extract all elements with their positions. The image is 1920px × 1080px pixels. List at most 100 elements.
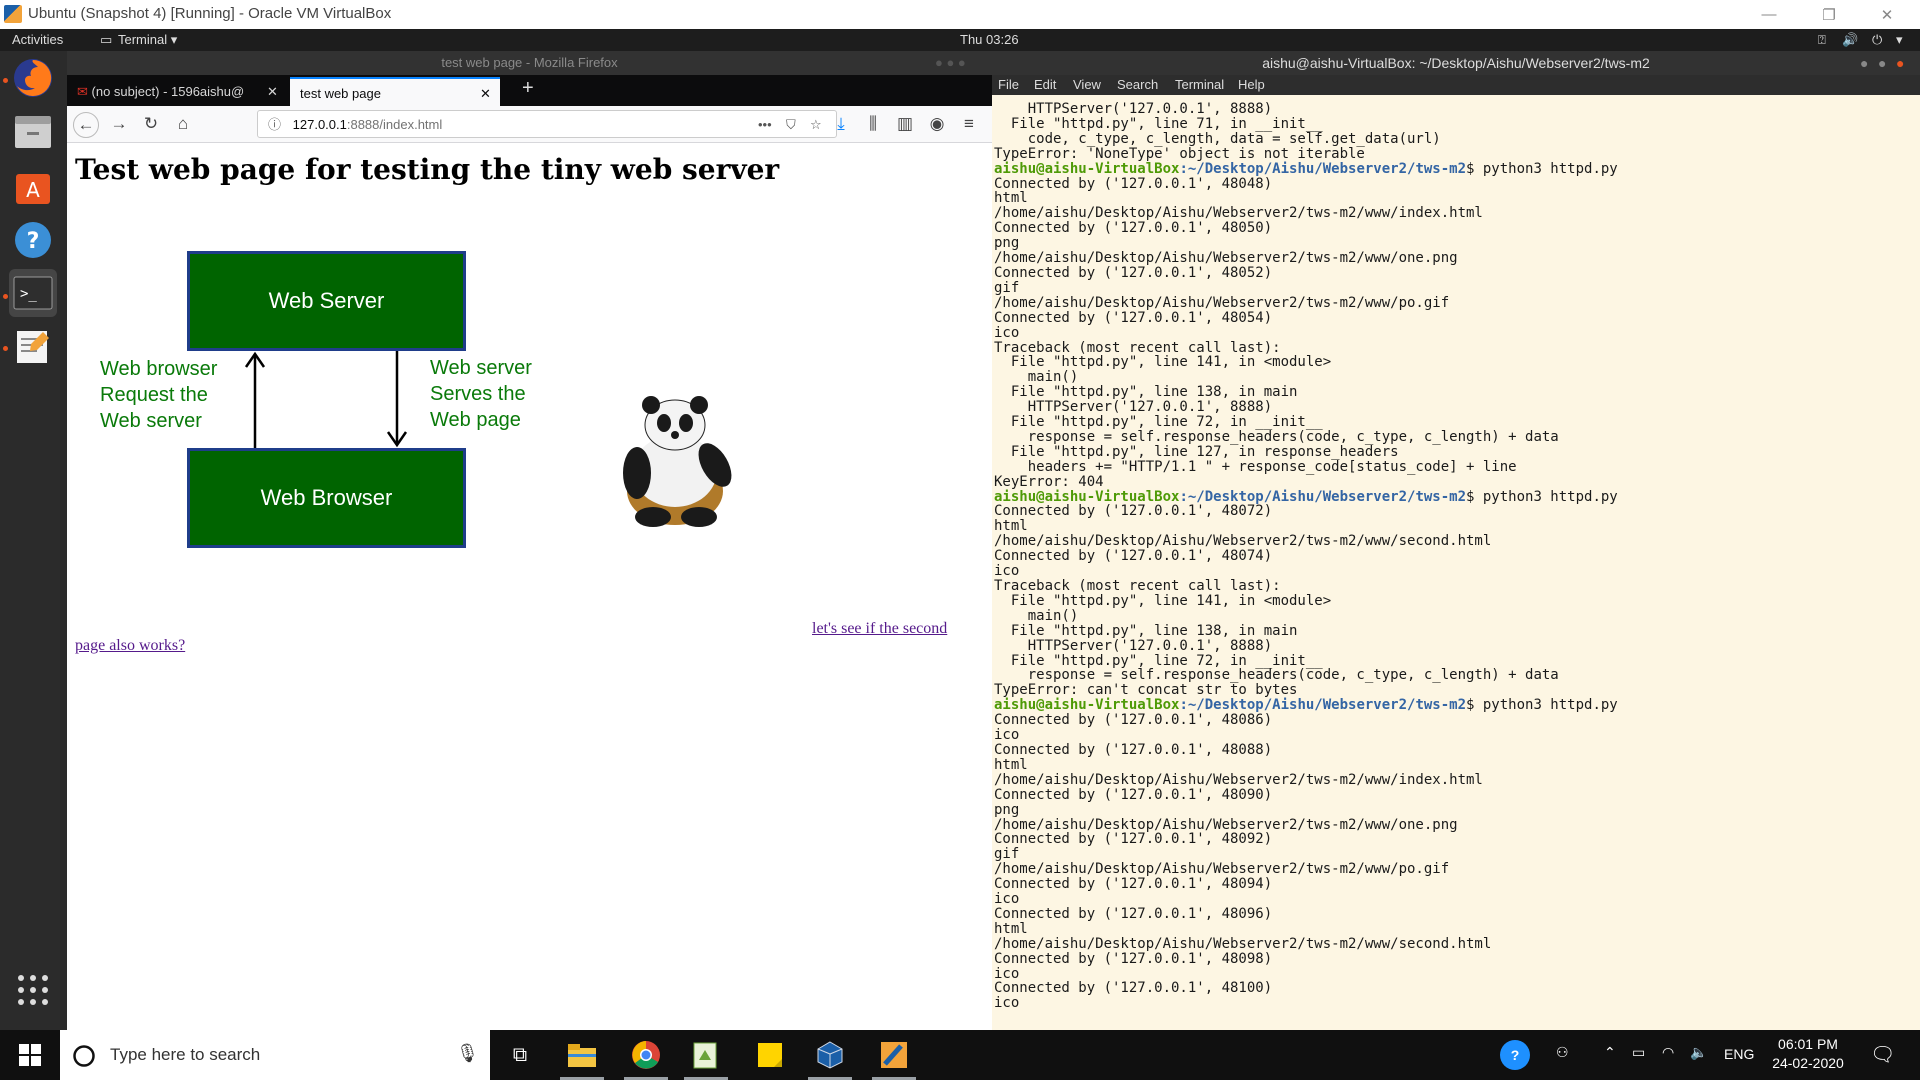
accessibility-icon[interactable]: ⍰	[1818, 32, 1826, 48]
help-icon[interactable]: ?	[1500, 1040, 1530, 1070]
terminal-line: Connected by ('127.0.0.1', 48098)	[994, 950, 1273, 967]
svg-text:>_: >_	[20, 286, 37, 302]
file-explorer-icon[interactable]	[564, 1037, 600, 1073]
minimize-icon[interactable]: ●	[1860, 51, 1868, 75]
terminal-line: /home/aishu/Desktop/Aishu/Webserver2/tws…	[994, 533, 1492, 550]
tab-gmail[interactable]: ✉ (no subject) - 1596aishu@ ✕	[67, 77, 287, 106]
terminal-line: /home/aishu/Desktop/Aishu/Webserver2/tws…	[994, 205, 1483, 222]
minimize-button[interactable]: —	[1740, 0, 1798, 29]
pocket-icon[interactable]: ⛉	[786, 111, 796, 139]
home-button[interactable]: ⌂	[171, 112, 195, 136]
restore-button[interactable]: ❐	[1800, 0, 1858, 29]
prompt-path: :~/Desktop/Aishu/Webserver2/tws-m2	[1179, 160, 1467, 177]
windows-taskbar: Type here to search 🎙 ⧉ ? ⚇ ⌃ ▭ ◠ 🔈 ENG …	[0, 1030, 1920, 1080]
menu-edit[interactable]: Edit	[1034, 77, 1056, 92]
request-label-line: Web browser	[100, 358, 218, 380]
back-button[interactable]: ←	[73, 112, 99, 138]
new-tab-button[interactable]: +	[522, 77, 534, 100]
text-editor-icon[interactable]	[9, 322, 57, 370]
terminal-line: Connected by ('127.0.0.1', 48050)	[994, 220, 1273, 237]
files-icon[interactable]	[9, 108, 57, 156]
terminal-output[interactable]: HTTPServer('127.0.0.1', 8888) File "http…	[994, 102, 1914, 1022]
chevron-down-icon[interactable]: ▾	[1896, 32, 1903, 48]
virtualbox-vm-icon[interactable]	[876, 1037, 912, 1073]
help-icon[interactable]: ?	[9, 216, 57, 264]
svg-text:A: A	[26, 178, 40, 202]
serve-label-line: Web page	[430, 409, 521, 431]
software-center-icon[interactable]: A	[9, 162, 57, 210]
menu-view[interactable]: View	[1073, 77, 1101, 92]
battery-icon[interactable]: ▭	[1632, 1044, 1645, 1061]
terminal-line: File "httpd.py", line 72, in __init__	[994, 414, 1323, 431]
menu-terminal[interactable]: Terminal	[1175, 77, 1224, 92]
terminal-line: Connected by ('127.0.0.1', 48090)	[994, 786, 1273, 803]
terminal-line: File "httpd.py", line 138, in main	[994, 622, 1298, 639]
close-tab-icon[interactable]: ✕	[267, 77, 278, 106]
menu-search[interactable]: Search	[1117, 77, 1158, 92]
web-browser-box: Web Browser	[187, 448, 466, 548]
url-bar[interactable]: ⓘ 127.0.0.1:8888/index.html ••• ⛉ ☆	[257, 110, 837, 138]
app-menu[interactable]: Terminal ▾	[118, 32, 177, 48]
terminal-line: /home/aishu/Desktop/Aishu/Webserver2/tws…	[994, 861, 1450, 878]
taskbar-clock[interactable]: 06:01 PM 24-02-2020	[1768, 1036, 1848, 1071]
terminal-line: response = self.response_headers(code, c…	[994, 667, 1559, 684]
bookmark-star-icon[interactable]: ☆	[810, 111, 822, 139]
show-applications-icon[interactable]	[9, 966, 57, 1014]
tab-label: test web page	[300, 86, 381, 101]
library-icon[interactable]: ⫼	[861, 112, 885, 136]
terminal-window: aishu@aishu-VirtualBox: ~/Desktop/Aishu/…	[992, 51, 1920, 1030]
close-icon[interactable]: ●	[1896, 51, 1904, 75]
volume-icon[interactable]: 🔊	[1842, 32, 1858, 48]
reload-button[interactable]: ↻	[139, 112, 163, 136]
terminal-icon[interactable]: >_	[9, 269, 57, 317]
windows-logo-icon	[19, 1044, 41, 1066]
menu-help[interactable]: Help	[1238, 77, 1265, 92]
chevron-up-icon[interactable]: ⌃	[1604, 1044, 1616, 1061]
wifi-icon[interactable]: ◠	[1662, 1044, 1674, 1061]
sidebar-icon[interactable]: ▥	[893, 112, 917, 136]
menu-file[interactable]: File	[998, 77, 1019, 92]
ubuntu-topbar: Activities ▭ Terminal ▾ Thu 03:26 ⍰ 🔊 ⏻ …	[0, 29, 1920, 51]
url-host: 127.0.0.1	[292, 117, 347, 132]
download-icon[interactable]: ⤓	[829, 112, 853, 136]
terminal-line: ico	[994, 891, 1020, 908]
speaker-icon[interactable]: 🔈	[1690, 1044, 1707, 1061]
terminal-titlebar: aishu@aishu-VirtualBox: ~/Desktop/Aishu/…	[992, 51, 1920, 75]
maximize-icon[interactable]: ●	[1878, 51, 1886, 75]
terminal-line: File "httpd.py", line 127, in response_h…	[994, 443, 1399, 460]
window-controls-icon[interactable]: ● ● ●	[935, 51, 966, 75]
terminal-line: /home/aishu/Desktop/Aishu/Webserver2/tws…	[994, 250, 1458, 267]
sticky-notes-icon[interactable]	[752, 1037, 788, 1073]
second-page-link[interactable]: let's see if the second	[812, 620, 947, 638]
people-icon[interactable]: ⚇	[1556, 1044, 1569, 1061]
terminal-prompt-line: aishu@aishu-VirtualBox:~/Desktop/Aishu/W…	[994, 160, 1914, 177]
task-view-icon[interactable]: ⧉	[502, 1037, 538, 1073]
taskbar-search-box[interactable]: Type here to search 🎙	[60, 1030, 490, 1080]
language-indicator[interactable]: ENG	[1724, 1046, 1754, 1062]
tab-label: (no subject) - 1596aishu@	[91, 84, 245, 99]
close-tab-icon[interactable]: ✕	[480, 79, 491, 108]
firefox-icon[interactable]	[9, 54, 57, 102]
close-button[interactable]: ✕	[1858, 0, 1916, 29]
terminal-line: /home/aishu/Desktop/Aishu/Webserver2/tws…	[994, 294, 1450, 311]
second-page-link-continued[interactable]: page also works?	[75, 637, 185, 655]
request-label-line: Web server	[100, 410, 202, 432]
clock[interactable]: Thu 03:26	[960, 32, 1019, 47]
menu-icon[interactable]: ≡	[957, 112, 981, 136]
info-icon[interactable]: ⓘ	[268, 117, 281, 132]
activities-button[interactable]: Activities	[12, 32, 63, 47]
windows-start-button[interactable]	[0, 1030, 60, 1080]
page-actions-icon[interactable]: •••	[758, 111, 772, 139]
power-icon[interactable]: ⏻	[1872, 32, 1882, 48]
terminal-line: html	[994, 518, 1028, 535]
tab-test-web-page[interactable]: test web page ✕	[290, 77, 500, 106]
chrome-icon[interactable]	[628, 1037, 664, 1073]
account-icon[interactable]: ◉	[925, 112, 949, 136]
virtualbox-icon[interactable]	[812, 1037, 848, 1073]
chevron-down-icon: ▾	[170, 32, 178, 47]
microphone-icon[interactable]: 🎙	[456, 1043, 479, 1064]
forward-button[interactable]: →	[107, 112, 131, 136]
firefox-navbar: ← → ↻ ⌂ ⓘ 127.0.0.1:8888/index.html ••• …	[67, 106, 992, 143]
notepad-plus-icon[interactable]	[688, 1037, 724, 1073]
action-center-icon[interactable]: 🗨	[1870, 1042, 1895, 1067]
